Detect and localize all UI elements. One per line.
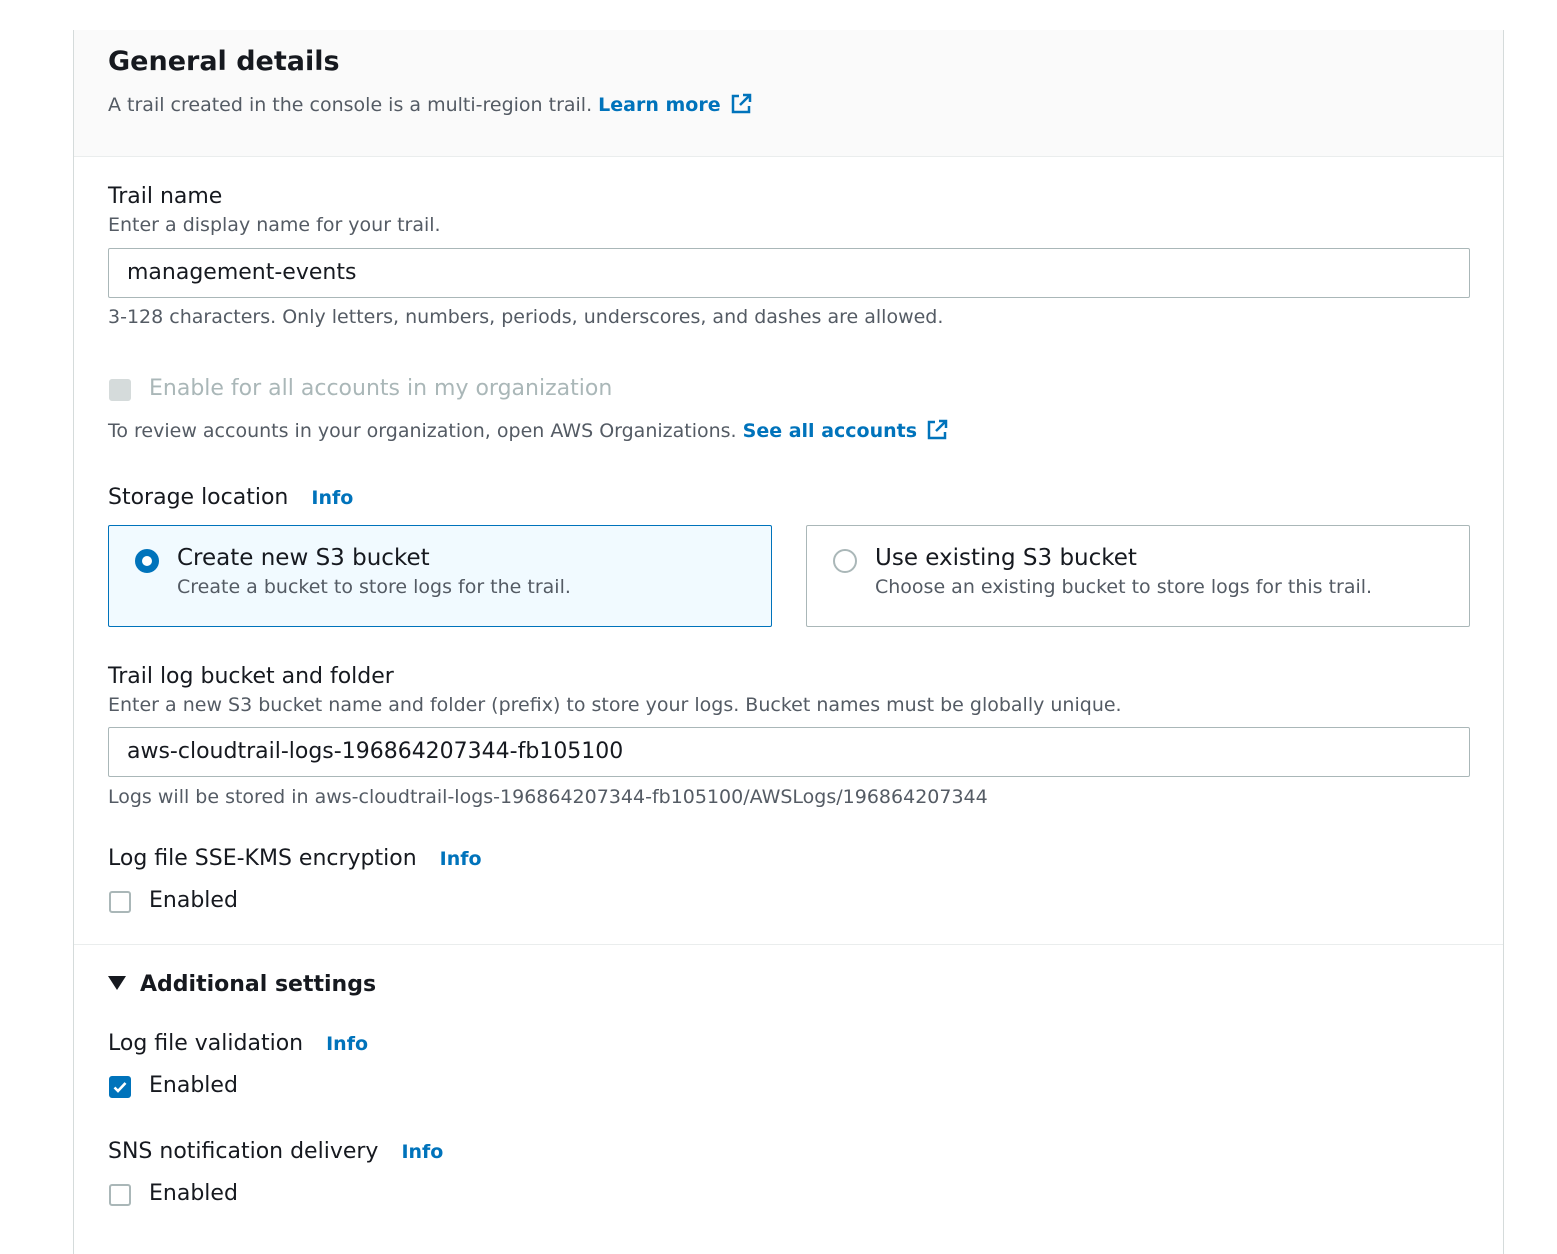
validation-label-text: Log file validation bbox=[108, 1031, 304, 1056]
organization-checkbox[interactable] bbox=[109, 379, 131, 401]
trail-name-input[interactable]: management-events bbox=[108, 248, 1470, 298]
external-link-icon bbox=[927, 419, 948, 440]
sns-info-link[interactable]: Info bbox=[401, 1141, 443, 1163]
see-all-accounts-label: See all accounts bbox=[742, 420, 918, 442]
sns-checkbox-label: Enabled bbox=[149, 1181, 238, 1206]
additional-settings-title: Additional settings bbox=[140, 972, 377, 997]
create-new-bucket-tile[interactable]: Create new S3 bucket Create a bucket to … bbox=[108, 525, 772, 627]
create-new-bucket-radio[interactable] bbox=[135, 549, 159, 573]
learn-more-label: Learn more bbox=[598, 94, 721, 116]
use-existing-bucket-description: Choose an existing bucket to store logs … bbox=[875, 576, 1373, 598]
sns-label: SNS notification delivery Info bbox=[108, 1139, 443, 1164]
trail-name-label: Trail name bbox=[108, 184, 223, 209]
use-existing-bucket-radio[interactable] bbox=[833, 549, 857, 573]
bucket-label: Trail log bucket and folder bbox=[108, 664, 394, 689]
kms-label: Log file SSE-KMS encryption Info bbox=[108, 846, 482, 871]
create-new-bucket-description: Create a bucket to store logs for the tr… bbox=[177, 576, 571, 598]
storage-location-label: Storage location Info bbox=[108, 485, 353, 510]
storage-info-link[interactable]: Info bbox=[311, 487, 353, 509]
use-existing-bucket-title: Use existing S3 bucket bbox=[875, 545, 1137, 571]
general-details-panel: General details A trail created in the c… bbox=[73, 30, 1504, 1254]
bucket-input[interactable]: aws-cloudtrail-logs-196864207344-fb10510… bbox=[108, 727, 1470, 777]
organization-description-text: To review accounts in your organization,… bbox=[108, 420, 737, 442]
learn-more-link[interactable]: Learn more bbox=[598, 93, 752, 116]
caret-down-icon bbox=[108, 976, 126, 990]
bucket-hint: Logs will be stored in aws-cloudtrail-lo… bbox=[108, 786, 988, 808]
section-title: General details bbox=[108, 46, 340, 77]
validation-label: Log file validation Info bbox=[108, 1031, 368, 1056]
sns-checkbox[interactable] bbox=[109, 1184, 131, 1206]
section-description-text: A trail created in the console is a mult… bbox=[108, 94, 593, 116]
bucket-description: Enter a new S3 bucket name and folder (p… bbox=[108, 694, 1122, 716]
kms-label-text: Log file SSE-KMS encryption bbox=[108, 846, 417, 871]
external-link-icon bbox=[731, 93, 751, 114]
organization-checkbox-label: Enable for all accounts in my organizati… bbox=[149, 376, 613, 401]
kms-checkbox-label: Enabled bbox=[149, 888, 238, 913]
section-divider bbox=[74, 944, 1503, 945]
organization-description: To review accounts in your organization,… bbox=[108, 418, 949, 442]
panel-header: General details A trail created in the c… bbox=[74, 30, 1503, 157]
kms-checkbox[interactable] bbox=[109, 891, 131, 913]
storage-location-label-text: Storage location bbox=[108, 485, 289, 510]
trail-name-constraint: 3-128 characters. Only letters, numbers,… bbox=[108, 306, 944, 328]
trail-name-description: Enter a display name for your trail. bbox=[108, 214, 441, 236]
use-existing-bucket-tile[interactable]: Use existing S3 bucket Choose an existin… bbox=[806, 525, 1470, 627]
checkmark-icon bbox=[113, 1082, 127, 1093]
validation-info-link[interactable]: Info bbox=[326, 1033, 368, 1055]
additional-settings-toggle[interactable]: Additional settings bbox=[108, 972, 376, 997]
create-new-bucket-title: Create new S3 bucket bbox=[177, 545, 430, 571]
validation-checkbox[interactable] bbox=[109, 1076, 131, 1098]
kms-info-link[interactable]: Info bbox=[440, 848, 482, 870]
sns-label-text: SNS notification delivery bbox=[108, 1139, 379, 1164]
section-description: A trail created in the console is a mult… bbox=[108, 92, 753, 116]
validation-checkbox-label: Enabled bbox=[149, 1073, 238, 1098]
see-all-accounts-link[interactable]: See all accounts bbox=[742, 419, 949, 442]
